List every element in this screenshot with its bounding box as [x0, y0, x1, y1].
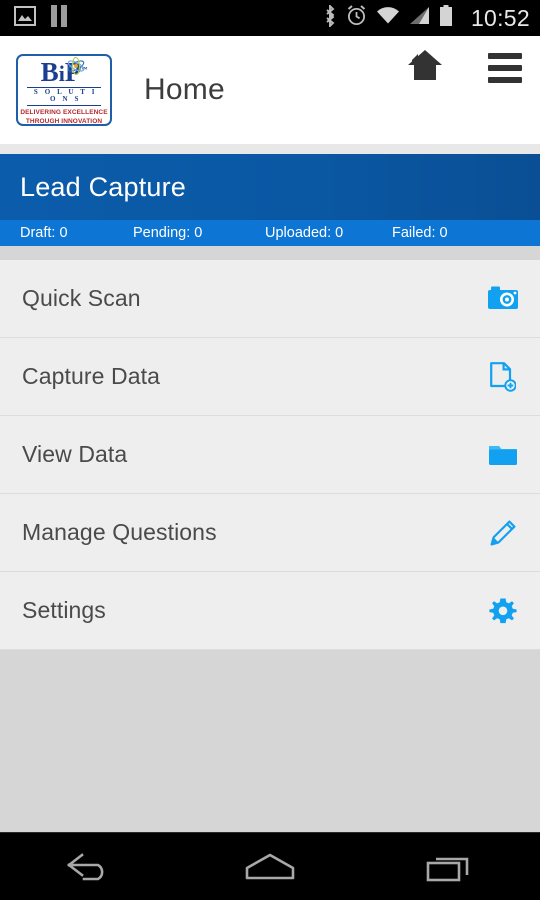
- status-counters-bar: Draft: 0 Pending: 0 Uploaded: 0 Failed: …: [0, 220, 540, 246]
- logo-tagline-line-1: DELIVERING EXCELLENCE: [20, 109, 108, 117]
- menu-item-settings[interactable]: Settings: [0, 572, 540, 650]
- menu-item-label: Capture Data: [22, 363, 160, 389]
- android-navigation-bar: [0, 832, 540, 900]
- menu-icon-bar: [488, 64, 522, 71]
- lead-capture-banner: Lead Capture: [0, 154, 540, 220]
- logo-tagline-line-2: THROUGH INNOVATION: [25, 117, 103, 125]
- battery-icon: [439, 4, 453, 32]
- menu-item-label: Settings: [22, 597, 106, 623]
- menu-item-label: Quick Scan: [22, 285, 141, 311]
- home-button[interactable]: [210, 833, 330, 900]
- alarm-clock-icon: [346, 5, 367, 31]
- gear-icon: [488, 596, 518, 626]
- back-button[interactable]: [30, 833, 150, 900]
- phone-screen: 10:52 BiP™ S O L U T I O N S DELIVERING …: [0, 0, 540, 900]
- pencil-icon: [488, 518, 518, 548]
- status-bar-left-icons: [14, 4, 68, 32]
- status-badge-uploaded: Uploaded: 0: [265, 225, 344, 241]
- atom-graphic: [67, 57, 85, 75]
- app-bar-separator: [0, 144, 540, 154]
- gallery-icon: [14, 5, 36, 31]
- logo-subtitle: S O L U T I O N S: [27, 86, 101, 107]
- status-badge-failed: Failed: 0: [392, 225, 448, 241]
- pause-icon: [50, 4, 68, 32]
- bip-solutions-logo: BiP™ S O L U T I O N S DELIVERING EXCELL…: [16, 54, 112, 126]
- cellular-signal-icon: [409, 6, 430, 30]
- bluetooth-icon: [323, 3, 337, 32]
- menu-item-view-data[interactable]: View Data: [0, 416, 540, 494]
- menu-item-manage-questions[interactable]: Manage Questions: [0, 494, 540, 572]
- banner-title: Lead Capture: [20, 171, 187, 202]
- empty-content-area: [0, 650, 540, 832]
- page-title: Home: [144, 73, 225, 106]
- recents-button[interactable]: [390, 833, 510, 900]
- status-bar-clock: 10:52: [470, 4, 530, 31]
- status-bar-right-icons: 10:52: [323, 3, 530, 32]
- android-status-bar: 10:52: [0, 0, 540, 36]
- menu-icon-bar: [488, 76, 522, 83]
- menu-item-quick-scan[interactable]: Quick Scan: [0, 260, 540, 338]
- menu-item-label: Manage Questions: [22, 519, 217, 545]
- menu-icon-bar: [488, 52, 522, 59]
- wifi-icon: [376, 6, 400, 30]
- list-top-gap: [0, 246, 540, 260]
- menu-item-capture-data[interactable]: Capture Data: [0, 338, 540, 416]
- app-bar-actions: [406, 48, 522, 87]
- menu-icon[interactable]: [488, 52, 522, 83]
- status-badge-pending: Pending: 0: [133, 225, 203, 241]
- app-header-bar: BiP™ S O L U T I O N S DELIVERING EXCELL…: [0, 36, 540, 144]
- menu-item-label: View Data: [22, 441, 128, 467]
- status-badge-draft: Draft: 0: [20, 225, 68, 241]
- home-icon[interactable]: [406, 48, 444, 87]
- document-add-icon: [488, 361, 518, 392]
- main-menu-list: Quick Scan Capture Data View Data Manage…: [0, 260, 540, 650]
- folder-icon: [488, 440, 518, 470]
- logo-letter-b: B: [40, 57, 59, 87]
- camera-icon: [488, 284, 518, 314]
